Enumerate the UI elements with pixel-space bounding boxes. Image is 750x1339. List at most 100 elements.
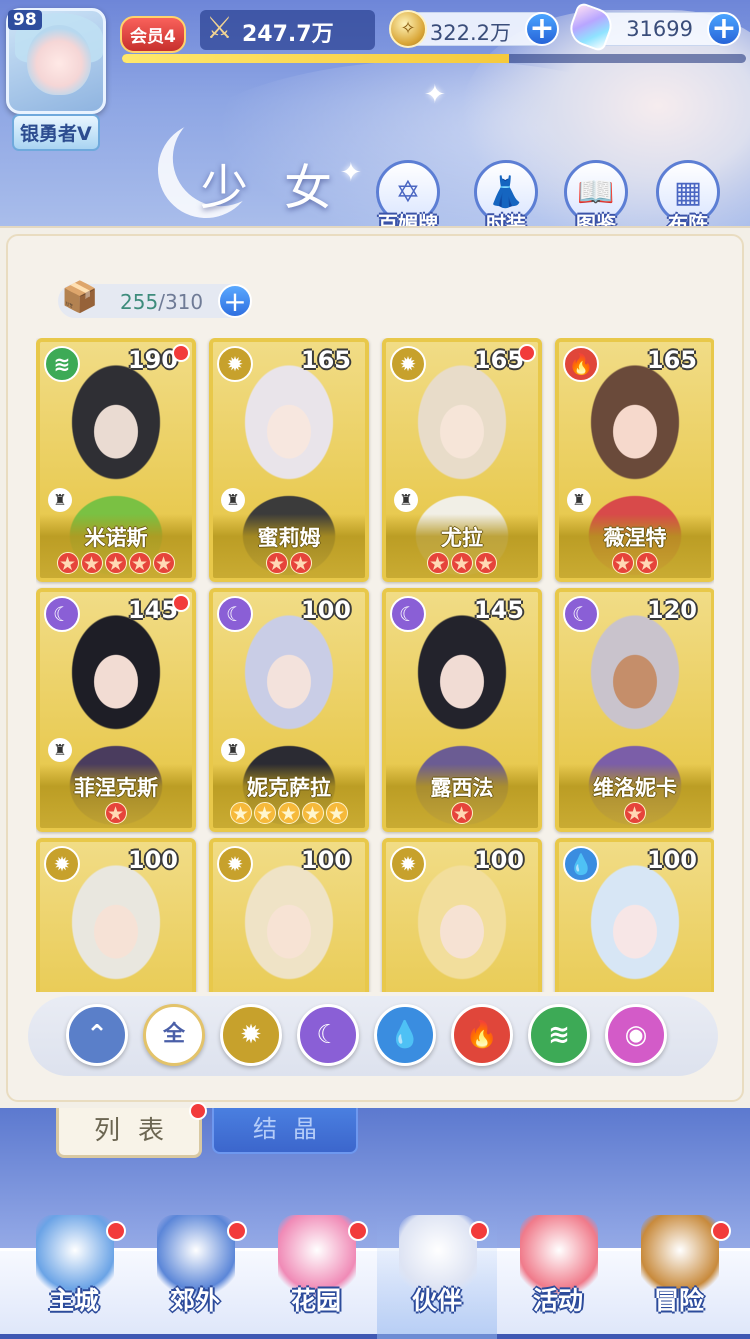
character-level: 165 bbox=[473, 346, 524, 374]
notification-dot bbox=[227, 1221, 247, 1241]
capacity-display: 📦 255/310 + bbox=[58, 280, 252, 318]
character-level: 165 bbox=[300, 346, 351, 374]
filter-star-rank-button[interactable]: ⌃ bbox=[66, 1004, 128, 1066]
character-level: 145 bbox=[127, 596, 178, 624]
star-rank-icon: ⌃ bbox=[86, 1020, 108, 1050]
filter-wind-button[interactable]: ≋ bbox=[528, 1004, 590, 1066]
expand-capacity-button[interactable]: + bbox=[218, 284, 252, 318]
light-element-icon: ✹ bbox=[217, 846, 253, 882]
nav-label: 花园 bbox=[290, 1286, 341, 1315]
tab-crystal[interactable]: 结晶 bbox=[212, 1108, 358, 1154]
character-level: 100 bbox=[300, 846, 351, 874]
gem-resource: 31699 + bbox=[565, 1, 741, 53]
character-card[interactable]: ✹ 165 ♜ 蜜莉姆 ★ ★ bbox=[209, 338, 369, 582]
character-name: 薇涅特 bbox=[603, 526, 667, 550]
capacity-value: 255/310 bbox=[120, 290, 204, 314]
nav-portal[interactable]: 郊外 bbox=[135, 1215, 255, 1339]
filter-fire-button[interactable]: 🔥 bbox=[451, 1004, 513, 1066]
dark-element-icon: ☾ bbox=[563, 596, 599, 632]
character-level: 100 bbox=[646, 846, 697, 874]
notification-dot bbox=[106, 1221, 126, 1241]
gem-value: 31699 bbox=[626, 17, 693, 41]
tab-crystal-label: 结晶 bbox=[253, 1115, 333, 1143]
character-card[interactable]: ✹ 100 bbox=[209, 838, 369, 992]
character-card[interactable]: ☾ 145 ♜ 菲涅克斯 ★ bbox=[36, 588, 196, 832]
chess-piece-icon: ♜ bbox=[48, 488, 72, 512]
power-display: ⚔ 247.7万 bbox=[200, 10, 375, 50]
chess-piece-icon: ♜ bbox=[48, 738, 72, 762]
star-rating: ★ bbox=[40, 802, 192, 825]
star-icon: ★ bbox=[624, 802, 646, 825]
notification-dot bbox=[348, 1221, 368, 1241]
star-icon: ★ bbox=[278, 802, 300, 825]
star-icon: ★ bbox=[475, 552, 497, 575]
add-coins-button[interactable]: + bbox=[525, 12, 559, 46]
star-icon: ★ bbox=[105, 552, 127, 575]
tab-list[interactable]: 列表 bbox=[56, 1102, 207, 1158]
character-card[interactable]: ≋ 190 ♜ 米诺斯 ★ ★ ★ ★ ★ bbox=[36, 338, 196, 582]
dark-element-icon: ☾ bbox=[44, 596, 80, 632]
star-icon: ★ bbox=[105, 802, 127, 825]
character-name: 菲涅克斯 bbox=[74, 776, 158, 800]
nav-label: 郊外 bbox=[169, 1286, 220, 1315]
filter-all-label: 全 bbox=[162, 1022, 185, 1047]
character-grid[interactable]: ≋ 190 ♜ 米诺斯 ★ ★ ★ ★ ★ ✹ 165 ♜ 蜜莉姆 ★ ★ ✹ 165 ♜ 尤拉 ★ ★ ★ 🔥 165 ♜ 薇涅… bbox=[36, 338, 714, 992]
notification-dot bbox=[172, 344, 190, 362]
character-card[interactable]: ☾ 100 ♜ 妮克萨拉 ★ ★ ★ ★ ★ bbox=[209, 588, 369, 832]
character-card[interactable]: 🔥 165 ♜ 薇涅特 ★ ★ bbox=[555, 338, 714, 582]
filter-orbit-button[interactable]: ◉ bbox=[605, 1004, 667, 1066]
character-card[interactable]: ✹ 165 ♜ 尤拉 ★ ★ ★ bbox=[382, 338, 542, 582]
star-icon: ★ bbox=[57, 552, 79, 575]
character-name: 尤拉 bbox=[441, 526, 483, 550]
filter-all-button[interactable]: 全 bbox=[143, 1004, 205, 1066]
coin-value: 322.2万 bbox=[429, 21, 511, 45]
dark-icon: ☾ bbox=[316, 1020, 340, 1050]
filter-light-button[interactable]: ✹ bbox=[220, 1004, 282, 1066]
star-icon: ★ bbox=[153, 552, 175, 575]
coin-icon: ✧ bbox=[389, 10, 427, 48]
nav-castle[interactable]: 主城 bbox=[14, 1215, 134, 1339]
nav-heart[interactable]: 花园 bbox=[256, 1215, 376, 1339]
character-level: 100 bbox=[300, 596, 351, 624]
capacity-max: 310 bbox=[164, 290, 204, 314]
dark-element-icon: ☾ bbox=[217, 596, 253, 632]
star-icon: ★ bbox=[451, 552, 473, 575]
wind-icon: ≋ bbox=[548, 1020, 570, 1050]
nav-gift[interactable]: 活动 bbox=[498, 1215, 618, 1339]
nav-label: 主城 bbox=[48, 1286, 99, 1315]
rank-badge[interactable]: 银勇者V bbox=[12, 114, 100, 151]
star-icon: ★ bbox=[230, 802, 252, 825]
light-element-icon: ✹ bbox=[217, 346, 253, 382]
nav-partner[interactable]: 伙伴 bbox=[377, 1215, 497, 1339]
water-element-icon: 💧 bbox=[563, 846, 599, 882]
character-level: 100 bbox=[473, 846, 524, 874]
star-icon: ★ bbox=[302, 802, 324, 825]
star-rating: ★ bbox=[559, 802, 711, 825]
character-level: 145 bbox=[473, 596, 524, 624]
character-name: 维洛妮卡 bbox=[593, 776, 677, 800]
filter-water-button[interactable]: 💧 bbox=[374, 1004, 436, 1066]
star-rating: ★ ★ ★ ★ ★ bbox=[40, 552, 192, 575]
coin-resource: ✧ 322.2万 + bbox=[389, 10, 559, 48]
character-card[interactable]: 💧 100 bbox=[555, 838, 714, 992]
add-gems-button[interactable]: + bbox=[707, 12, 741, 46]
star-icon: ★ bbox=[636, 552, 658, 575]
chess-piece-icon: ♜ bbox=[567, 488, 591, 512]
nav-compass[interactable]: 冒险 bbox=[619, 1215, 739, 1339]
notification-dot bbox=[469, 1221, 489, 1241]
character-card[interactable]: ✹ 100 bbox=[382, 838, 542, 992]
chess-piece-icon: ♜ bbox=[394, 488, 418, 512]
character-card[interactable]: ☾ 120 维洛妮卡 ★ bbox=[555, 588, 714, 832]
character-name: 露西法 bbox=[430, 776, 494, 800]
notification-dot bbox=[518, 344, 536, 362]
character-card[interactable]: ✹ 100 bbox=[36, 838, 196, 992]
vip-badge[interactable]: 会员4 bbox=[120, 16, 186, 53]
nav-label: 冒险 bbox=[653, 1286, 704, 1315]
wind-element-icon: ≋ bbox=[44, 346, 80, 382]
star-rating: ★ ★ ★ bbox=[386, 552, 538, 575]
character-card[interactable]: ☾ 145 露西法 ★ bbox=[382, 588, 542, 832]
tab-list-label: 列表 bbox=[93, 1116, 182, 1146]
element-filter-bar: ⌃ 全 ✹ ☾ 💧 🔥 ≋ ◉ bbox=[28, 996, 718, 1076]
filter-dark-button[interactable]: ☾ bbox=[297, 1004, 359, 1066]
star-icon: ★ bbox=[290, 552, 312, 575]
